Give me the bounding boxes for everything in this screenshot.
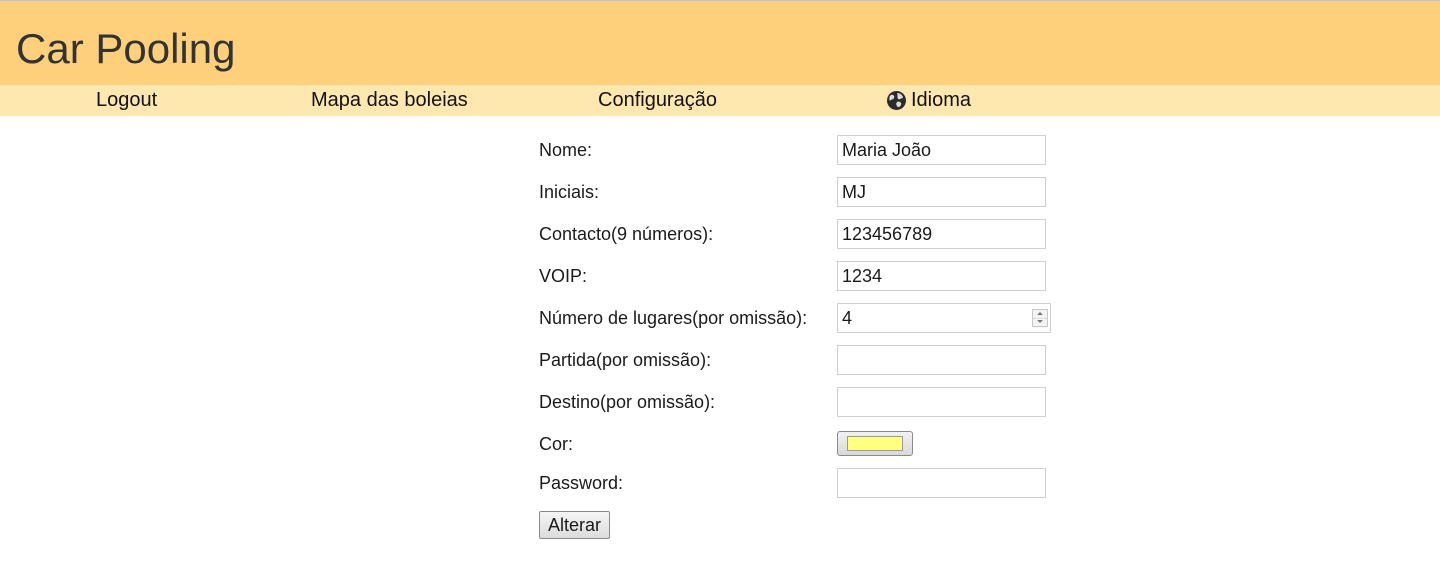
nav-logout-link[interactable]: Logout — [96, 89, 157, 111]
app-title: Car Pooling — [16, 25, 236, 72]
destino-label: Destino(por omissão): — [539, 392, 716, 412]
nome-input[interactable] — [837, 135, 1046, 165]
color-picker-button[interactable] — [837, 431, 913, 456]
chevron-up-icon — [1037, 312, 1043, 315]
lugares-stepper[interactable] — [1032, 309, 1048, 327]
contacto-input[interactable] — [837, 219, 1046, 249]
nav-language-link[interactable]: Idioma — [886, 89, 971, 111]
app-header: Car Pooling — [0, 1, 1440, 85]
row-password: Password: — [539, 468, 1059, 498]
row-cor: Cor: — [539, 429, 1059, 459]
iniciais-label: Iniciais: — [539, 182, 600, 202]
row-iniciais: Iniciais: — [539, 177, 1059, 207]
partida-input[interactable] — [837, 345, 1046, 375]
destino-input[interactable] — [837, 387, 1046, 417]
row-partida: Partida(por omissão): — [539, 345, 1059, 375]
alterar-button[interactable]: Alterar — [539, 511, 611, 539]
row-nome: Nome: — [539, 135, 1059, 165]
voip-input[interactable] — [837, 261, 1046, 291]
lugares-number-input[interactable]: 4 — [837, 303, 1051, 333]
nav-config-link[interactable]: Configuração — [598, 89, 717, 111]
globe-icon — [886, 90, 907, 111]
password-label: Password: — [539, 473, 624, 493]
nome-label: Nome: — [539, 140, 593, 160]
contacto-label: Contacto(9 números): — [539, 224, 714, 244]
row-voip: VOIP: — [539, 261, 1059, 291]
password-input[interactable] — [837, 468, 1046, 498]
iniciais-input[interactable] — [837, 177, 1046, 207]
row-contacto: Contacto(9 números): — [539, 219, 1059, 249]
lugares-label: Número de lugares(por omissão): — [539, 308, 808, 328]
chevron-down-icon — [1037, 320, 1043, 323]
partida-label: Partida(por omissão): — [539, 350, 712, 370]
nav-bar: Logout Mapa das boleias Configuração Idi… — [0, 85, 1440, 116]
row-lugares: Número de lugares(por omissão): 4 — [539, 303, 1059, 333]
nav-map-link[interactable]: Mapa das boleias — [311, 89, 468, 111]
voip-label: VOIP: — [539, 266, 588, 286]
color-swatch — [847, 436, 903, 451]
row-destino: Destino(por omissão): — [539, 387, 1059, 417]
decrement-button[interactable] — [1033, 318, 1047, 326]
cor-label: Cor: — [539, 434, 574, 454]
nav-language-label: Idioma — [911, 89, 972, 111]
lugares-value: 4 — [842, 308, 853, 328]
